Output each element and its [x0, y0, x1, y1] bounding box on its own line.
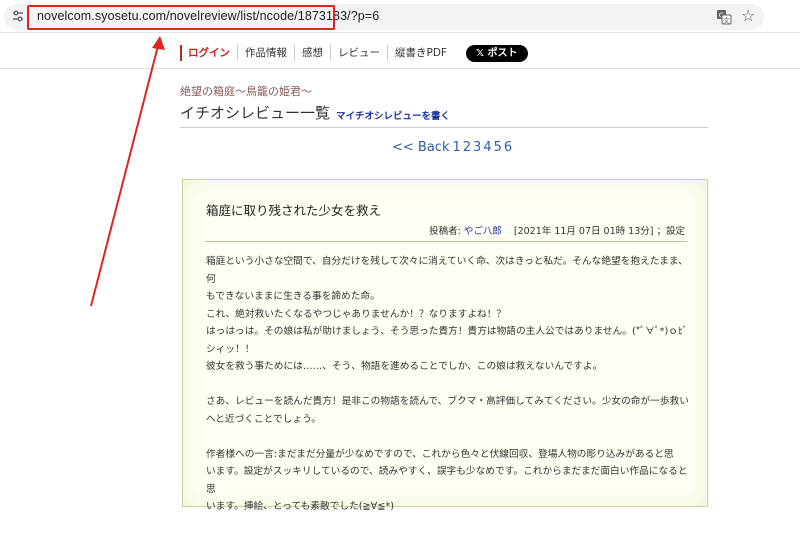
review-line: 箱庭という小さな空間で、自分だけを残して次々に消えていく命、次はきっと私だ。そん…	[206, 256, 688, 285]
pager-page-1[interactable]: 1	[451, 140, 461, 155]
review-meta-divider	[205, 241, 687, 242]
review-line: これ、絶対救いたくなるやつじゃありませんか！？なりますよね！？	[206, 308, 507, 320]
page-title: イチオシレビュー一覧	[180, 104, 331, 122]
bookmark-star-icon[interactable]: ☆	[741, 8, 755, 24]
review-line: シィッ！！	[206, 343, 255, 355]
pager-back-link[interactable]: << Back	[392, 140, 449, 155]
heading-divider	[180, 127, 708, 128]
review-line: はっはっは。その娘は私が助けましょう、そう思った貴方！貴方は物語の主人公ではあり…	[206, 326, 688, 337]
x-post-button[interactable]: 𝕏 ポスト	[465, 44, 528, 62]
review-settings: ；設定	[656, 226, 685, 237]
pager-page-3[interactable]: 3	[472, 140, 482, 155]
review-line: 彼女を救う事ためには……、そう、物語を進めることでしか、この娘は救えないんですよ…	[206, 361, 603, 372]
url-annotation-box	[27, 5, 335, 30]
review-line: へと近づくことでしょう。	[206, 413, 321, 425]
pager-page-4[interactable]: 4	[482, 140, 492, 155]
nav-login[interactable]: ログイン	[180, 45, 237, 61]
pager-page-5[interactable]: 5	[493, 140, 503, 155]
pager-page-2[interactable]: 2	[462, 140, 472, 155]
pagination: << Back 1 2 3 4 5 6	[392, 140, 513, 155]
site-nav: ログイン 作品情報 感想 レビュー 縦書きPDF 𝕏 ポスト	[180, 42, 528, 64]
tune-icon[interactable]	[11, 9, 25, 23]
author-label: 投稿者:	[429, 226, 461, 237]
novel-title-link[interactable]: 絶望の箱庭～鳥籠の姫君～	[180, 83, 312, 99]
nav-divider	[0, 68, 800, 69]
review-line: います。挿絵、とっても素敵でした(≧∀≦*)	[206, 501, 395, 512]
translate-icon[interactable]: G 文	[716, 9, 732, 25]
review-title: 箱庭に取り残された少女を救え	[206, 203, 382, 218]
browser-toolbar: novelcom.syosetu.com/novelreview/list/nc…	[0, 0, 800, 33]
author-link[interactable]: やご八郎	[464, 226, 502, 237]
nav-review[interactable]: レビュー	[330, 45, 387, 61]
review-date: [2021年 11月 07日 01時 13分]	[513, 226, 654, 237]
svg-text:文: 文	[723, 16, 730, 25]
review-body: 箱庭という小さな空間で、自分だけを残して次々に消えていく命、次はきっと私だ。そん…	[206, 253, 690, 516]
nav-impressions[interactable]: 感想	[294, 45, 330, 61]
review-meta: 投稿者: やご八郎 [2021年 11月 07日 01時 13分] ；設定	[429, 223, 685, 237]
nav-vertical-pdf[interactable]: 縦書きPDF	[387, 45, 454, 61]
pager-page-6[interactable]: 6	[503, 140, 513, 155]
nav-novel-info[interactable]: 作品情報	[237, 45, 294, 61]
review-line: もできないままに生きる事を諦めた命。	[206, 291, 380, 302]
write-review-link[interactable]: マイチオシレビューを書く	[336, 108, 450, 122]
review-line: います。設定がスッキリしているので、読みやすく、誤字も少なめです。これからまだま…	[206, 466, 688, 495]
review-card: 箱庭に取り残された少女を救え 投稿者: やご八郎 [2021年 11月 07日 …	[182, 179, 708, 512]
review-line: 作者様への一言:まだまだ分量が少なめですので、これから色々と伏線回収、登場人物の…	[206, 448, 674, 460]
review-line: さあ、レビューを読んだ貴方！是非この物語を読んで、ブクマ・高評価してみてください…	[206, 396, 689, 407]
